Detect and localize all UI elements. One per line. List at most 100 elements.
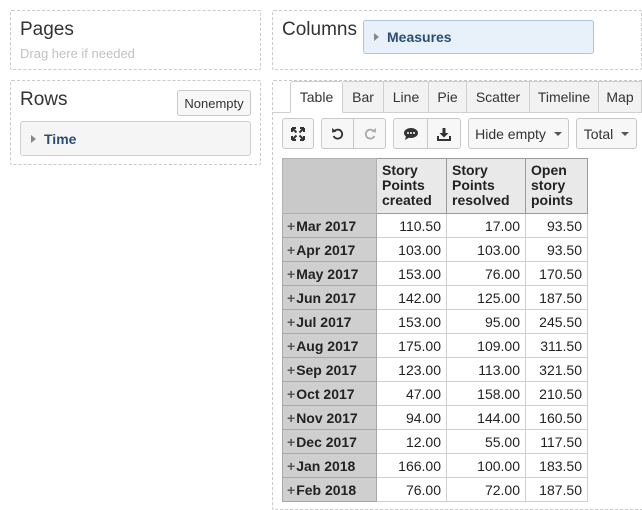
- row-header[interactable]: +Aug 2017: [282, 333, 377, 358]
- expand-plus-icon[interactable]: +: [287, 266, 295, 282]
- row-label: Sep 2017: [296, 361, 357, 378]
- cell-open: 93.50: [525, 237, 588, 262]
- cell-open: 187.50: [525, 285, 588, 310]
- cell-created: 103.00: [376, 237, 447, 262]
- cell-created: 175.00: [376, 333, 447, 358]
- row-label: Aug 2017: [296, 337, 359, 354]
- row-header[interactable]: +Feb 2018: [282, 477, 377, 502]
- tab-pie[interactable]: Pie: [429, 81, 467, 113]
- total-label: Total: [583, 125, 614, 142]
- expand-caret-icon: [31, 134, 36, 143]
- expand-caret-icon: [374, 33, 379, 41]
- cell-resolved: 72.00: [446, 477, 526, 502]
- column-header-story-points-created[interactable]: Story Points created: [376, 158, 447, 214]
- table-row: +Apr 2017 103.00 103.00 93.50: [282, 237, 588, 262]
- undo-button[interactable]: [321, 118, 354, 149]
- tab-bar[interactable]: Bar: [343, 81, 384, 113]
- row-header[interactable]: +Jul 2017: [282, 309, 377, 334]
- tab-line[interactable]: Line: [384, 81, 429, 113]
- expand-plus-icon[interactable]: +: [287, 314, 295, 330]
- cell-created: 123.00: [376, 357, 447, 382]
- undo-icon: [331, 127, 343, 139]
- measures-label: Measures: [387, 29, 452, 45]
- table-corner: [282, 158, 377, 214]
- tab-table[interactable]: Table: [290, 81, 343, 113]
- expand-plus-icon[interactable]: +: [287, 482, 295, 498]
- row-label: Oct 2017: [296, 385, 355, 402]
- cell-open: 187.50: [525, 477, 588, 502]
- row-header[interactable]: +May 2017: [282, 261, 377, 286]
- cell-resolved: 158.00: [446, 381, 526, 406]
- row-header[interactable]: +Mar 2017: [282, 213, 377, 238]
- cell-resolved: 100.00: [446, 453, 526, 478]
- row-label: May 2017: [296, 265, 359, 282]
- view-tabs: Table Bar Line Pie Scatter Timeline Map: [290, 81, 642, 113]
- measures-dimension-pill[interactable]: Measures: [363, 20, 594, 54]
- row-header[interactable]: +Dec 2017: [282, 429, 377, 454]
- cell-resolved: 144.00: [446, 405, 526, 430]
- cell-created: 76.00: [376, 477, 447, 502]
- cell-resolved: 103.00: [446, 237, 526, 262]
- row-header[interactable]: +Sep 2017: [282, 357, 377, 382]
- table-row: +Jul 2017 153.00 95.00 245.50: [282, 309, 588, 334]
- cell-open: 245.50: [525, 309, 588, 334]
- cell-resolved: 125.00: [446, 285, 526, 310]
- total-dropdown[interactable]: Total: [576, 118, 637, 149]
- column-header-story-points-resolved[interactable]: Story Points resolved: [446, 158, 526, 214]
- expand-plus-icon[interactable]: +: [287, 218, 295, 234]
- cell-open: 321.50: [525, 357, 588, 382]
- cell-resolved: 95.00: [446, 309, 526, 334]
- export-button[interactable]: [427, 118, 461, 149]
- cell-created: 12.00: [376, 429, 447, 454]
- table-row: +Jun 2017 142.00 125.00 187.50: [282, 285, 588, 310]
- time-dimension-pill[interactable]: Time: [20, 121, 251, 156]
- expand-plus-icon[interactable]: +: [287, 242, 295, 258]
- fullscreen-button[interactable]: [282, 118, 314, 149]
- cell-resolved: 113.00: [446, 357, 526, 382]
- expand-plus-icon[interactable]: +: [287, 434, 295, 450]
- comment-button[interactable]: [393, 118, 428, 149]
- row-header[interactable]: +Oct 2017: [282, 381, 377, 406]
- cell-open: 210.50: [525, 381, 588, 406]
- nonempty-button[interactable]: Nonempty: [177, 90, 251, 116]
- row-header[interactable]: +Jun 2017: [282, 285, 377, 310]
- pages-title: Pages: [20, 19, 74, 40]
- cell-created: 110.50: [376, 213, 447, 238]
- expand-plus-icon[interactable]: +: [287, 338, 295, 354]
- cell-open: 311.50: [525, 333, 588, 358]
- tab-map[interactable]: Map: [599, 81, 642, 113]
- row-label: Feb 2018: [296, 481, 357, 498]
- expand-plus-icon[interactable]: +: [287, 362, 295, 378]
- expand-plus-icon[interactable]: +: [287, 290, 295, 306]
- download-icon: [437, 127, 451, 141]
- column-header-open-story-points[interactable]: Open story points: [525, 158, 588, 214]
- row-header[interactable]: +Nov 2017: [282, 405, 377, 430]
- table-row: +Aug 2017 175.00 109.00 311.50: [282, 333, 588, 358]
- table-row: +Oct 2017 47.00 158.00 210.50: [282, 381, 588, 406]
- row-label: Mar 2017: [296, 217, 357, 234]
- cell-created: 153.00: [376, 309, 447, 334]
- cell-resolved: 55.00: [446, 429, 526, 454]
- cell-resolved: 17.00: [446, 213, 526, 238]
- row-label: Jan 2018: [296, 457, 356, 474]
- table-row: +Sep 2017 123.00 113.00 321.50: [282, 357, 588, 382]
- row-header[interactable]: +Apr 2017: [282, 237, 377, 262]
- row-label: Jun 2017: [296, 289, 357, 306]
- expand-plus-icon[interactable]: +: [287, 410, 295, 426]
- cell-created: 94.00: [376, 405, 447, 430]
- expand-plus-icon[interactable]: +: [287, 386, 295, 402]
- hide-empty-dropdown[interactable]: Hide empty: [468, 118, 569, 149]
- cell-created: 142.00: [376, 285, 447, 310]
- cell-open: 117.50: [525, 429, 588, 454]
- row-label: Dec 2017: [296, 433, 357, 450]
- tab-scatter[interactable]: Scatter: [467, 81, 530, 113]
- redo-button[interactable]: [353, 118, 386, 149]
- cell-open: 170.50: [525, 261, 588, 286]
- row-label: Jul 2017: [296, 313, 352, 330]
- columns-title: Columns: [282, 19, 357, 40]
- expand-plus-icon[interactable]: +: [287, 458, 295, 474]
- table-row: +Feb 2018 76.00 72.00 187.50: [282, 477, 588, 502]
- tab-timeline[interactable]: Timeline: [530, 81, 599, 113]
- hide-empty-label: Hide empty: [475, 125, 546, 142]
- row-header[interactable]: +Jan 2018: [282, 453, 377, 478]
